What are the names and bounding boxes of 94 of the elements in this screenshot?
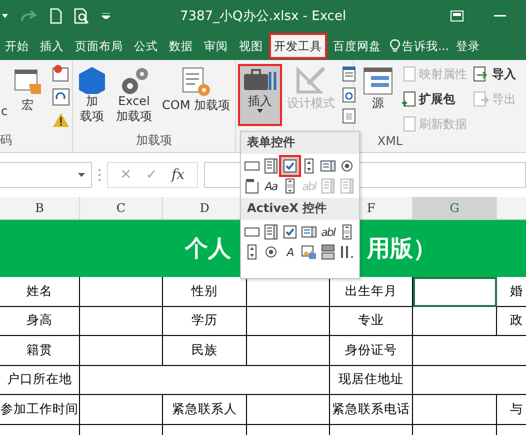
button-label[interactable]: c	[1, 64, 8, 132]
source-button[interactable]: 源	[358, 64, 398, 126]
table-cell: 户口所在地	[0, 366, 80, 395]
table-cell[interactable]	[80, 277, 163, 306]
group-label: 码	[0, 132, 13, 149]
table-cell: 籍贯	[0, 336, 80, 366]
cube-icon	[78, 66, 106, 94]
macros-button[interactable]: 宏	[8, 64, 48, 126]
column-header[interactable]: B	[0, 197, 80, 219]
table-cell[interactable]	[80, 306, 163, 336]
ribbon-tab[interactable]: 页面布局	[70, 33, 128, 59]
column-header[interactable]: G	[413, 197, 497, 219]
table-cell: 与	[497, 395, 526, 424]
record-macro-icon[interactable]	[52, 64, 70, 82]
sheet-title: 用版）	[367, 235, 436, 264]
ribbon-tab[interactable]: 开发工具	[269, 33, 327, 59]
xml-command[interactable]: 导入	[473, 64, 516, 84]
sign-in-link[interactable]: 登录	[452, 38, 480, 54]
group-label: 加载项	[135, 132, 173, 149]
text-control-button[interactable]: Aa	[262, 177, 280, 195]
ribbon-tab[interactable]: 公式	[129, 33, 163, 59]
table-cell: 紧急联系电话	[330, 395, 413, 424]
dropdown-icon[interactable]	[2, 14, 8, 18]
table-cell: 政	[497, 306, 526, 336]
toggle-control-icon[interactable]	[319, 243, 337, 261]
table-cell: 身高	[0, 306, 80, 336]
insert-function-button[interactable]: fx	[171, 167, 185, 183]
image-control-icon[interactable]	[300, 243, 318, 261]
table-cell[interactable]	[80, 366, 330, 395]
more-control-icon[interactable]	[338, 243, 356, 261]
table-cell[interactable]	[247, 395, 330, 424]
table-cell: 参加工作时间	[0, 395, 80, 424]
warning-icon[interactable]	[52, 112, 70, 128]
import-icon	[473, 66, 489, 82]
ribbon-tab[interactable]: 数据	[164, 33, 198, 59]
export-icon	[473, 91, 489, 107]
minimize-icon[interactable]	[494, 15, 506, 17]
column-header[interactable]: C	[80, 197, 163, 219]
package-icon	[402, 91, 416, 107]
new-file-icon[interactable]	[50, 8, 62, 24]
add-in-button[interactable]: 加 载项	[73, 64, 111, 126]
menu-section-title: ActiveX 控件	[241, 198, 359, 220]
table-cell[interactable]	[247, 306, 330, 336]
checkbox-control-icon[interactable]	[281, 223, 299, 241]
document-icon	[402, 116, 416, 132]
table-cell[interactable]	[80, 336, 163, 366]
add-in-button[interactable]: COM 加载项	[157, 64, 235, 126]
tell-me-button[interactable]: 告诉我...	[387, 38, 452, 54]
group-control-icon[interactable]	[243, 177, 261, 195]
table-cell[interactable]	[413, 395, 497, 424]
document-icon	[402, 66, 416, 82]
ribbon-tab[interactable]: 视图	[234, 33, 268, 59]
table-cell: 紧急联系人	[163, 395, 247, 424]
ribbon-tab[interactable]: 插入	[35, 33, 69, 59]
lightbulb-icon	[390, 39, 400, 53]
ribbon-display-icon[interactable]	[450, 10, 464, 22]
xml-tree-icon	[363, 66, 393, 96]
gears-icon	[119, 66, 149, 94]
combo-control-icon[interactable]	[262, 157, 280, 175]
add-in-button[interactable]: Excel 加载项	[111, 64, 157, 126]
xml-command[interactable]: 扩展包	[402, 89, 467, 109]
view-code-icon[interactable]	[342, 87, 356, 103]
menu-section-title: 表单控件	[241, 132, 359, 154]
text-control-button[interactable]: abl	[319, 223, 337, 241]
splitter-icon[interactable]	[98, 168, 101, 182]
caret-icon	[257, 109, 263, 113]
table-cell: 身份证号	[330, 336, 413, 366]
table-cell: 民族	[163, 336, 247, 366]
table-cell: 学历	[163, 306, 247, 336]
dropdown-icon	[78, 173, 85, 177]
relative-reference-icon[interactable]	[52, 88, 70, 106]
table-cell: 专业	[330, 306, 413, 336]
ribbon-tab[interactable]: 开始	[0, 33, 34, 59]
print-preview-icon[interactable]	[74, 8, 90, 24]
table-cell[interactable]	[413, 306, 497, 336]
table-cell[interactable]	[413, 277, 497, 306]
customize-icon[interactable]	[102, 13, 110, 19]
table-cell: 现居住地址	[330, 366, 413, 395]
ruler-pencil-icon	[294, 66, 328, 96]
window-title: 7387_小Q办公.xlsx - Excel	[180, 9, 346, 24]
table-cell[interactable]	[247, 336, 330, 366]
text-control-button[interactable]: A	[281, 243, 299, 261]
group-label: XML	[376, 134, 404, 150]
ribbon-tab[interactable]: 百度网盘	[328, 33, 386, 59]
checklist-gear-icon	[181, 66, 211, 98]
checkbox-control-icon[interactable]	[281, 157, 299, 175]
table-cell: 婚	[497, 277, 526, 306]
properties-icon[interactable]	[342, 66, 356, 82]
dialog-icon[interactable]	[342, 108, 356, 124]
table-cell: 姓名	[0, 277, 80, 306]
insert-button[interactable]: 插入	[238, 64, 282, 126]
ribbon-tab[interactable]: 审阅	[199, 33, 233, 59]
table-cell[interactable]	[80, 395, 163, 424]
sheet-title: 个人	[185, 235, 231, 264]
